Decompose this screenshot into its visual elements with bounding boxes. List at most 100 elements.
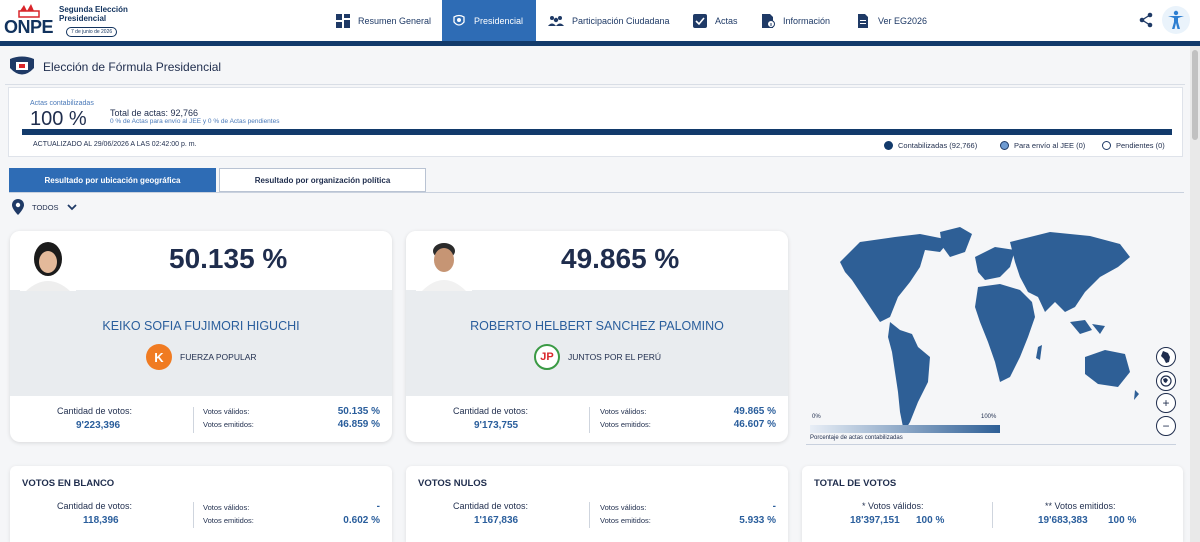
minus-icon: − <box>1162 419 1170 433</box>
fuerza-popular-logo-icon: K <box>146 344 172 370</box>
party: JP JUNTOS POR EL PERÚ <box>534 344 661 370</box>
candidate-percentage: 50.135 % <box>169 243 288 274</box>
tab-ubicacion-geografica[interactable]: Resultado por ubicación geográfica <box>9 168 216 192</box>
updated-timestamp: ACTUALIZADO AL 29/06/2026 A LAS 02:42:00… <box>33 141 197 148</box>
card-body <box>406 290 788 396</box>
actas-percentage: 100 % <box>30 108 87 130</box>
location-filter-dropdown[interactable]: TODOS <box>12 199 77 215</box>
scrollbar-thumb[interactable] <box>1192 50 1198 140</box>
valid-votes-pct: - <box>376 501 380 512</box>
valid-votes-label: Votos válidos: <box>600 407 647 416</box>
valid-votes-count: 18'397,151 <box>850 515 900 526</box>
divider <box>193 502 194 528</box>
legend-dot <box>1102 141 1111 150</box>
nav-label: Información <box>783 15 831 26</box>
null-votes-card: VOTOS NULOS Cantidad de votos: 1'167,836… <box>406 466 788 542</box>
onpe-logo[interactable]: ONPE Segunda Elección Presidencial 7 de … <box>4 3 154 39</box>
votes-count: 9'173,755 <box>474 420 519 431</box>
card-title: VOTOS EN BLANCO <box>22 478 115 489</box>
emitted-votes-label: Votos emitidos: <box>600 516 651 525</box>
emitted-votes-label: ** Votos emitidos: <box>1045 501 1116 511</box>
legend-label: Para envío al JEE (0) <box>1014 141 1086 150</box>
map-legend-caption: Porcentaje de actas contabilizadas <box>810 435 903 441</box>
divider <box>589 407 590 433</box>
candidate-percentage: 49.865 % <box>561 243 680 274</box>
votes-count: 118,396 <box>83 515 119 526</box>
total-votes-card: TOTAL DE VOTOS * Votos válidos: 18'397,1… <box>802 466 1183 542</box>
actas-label: Actas contabilizadas <box>30 100 94 107</box>
votes-label: Cantidad de votos: <box>453 501 529 511</box>
seal-icon <box>10 56 34 75</box>
document-icon <box>858 13 868 28</box>
nav-resumen-general[interactable]: Resumen General <box>326 0 441 41</box>
emitted-votes-label: Votos emitidos: <box>203 420 254 429</box>
divider <box>806 444 1176 445</box>
actas-note: 0 % de Actas para envío al JEE y 0 % de … <box>110 118 280 125</box>
emitted-votes-count: 19'683,383 <box>1038 515 1088 526</box>
info-doc-icon <box>762 13 775 28</box>
peru-map-button[interactable] <box>1156 347 1176 367</box>
divider <box>193 407 194 433</box>
valid-votes-label: Votos válidos: <box>203 407 250 416</box>
nav-participacion-ciudadana[interactable]: Participación Ciudadana <box>538 0 680 41</box>
votes-label: Cantidad de votos: <box>453 406 529 416</box>
nav-label: Actas <box>715 15 738 26</box>
candidate-name: ROBERTO HELBERT SANCHEZ PALOMINO <box>470 319 724 333</box>
emitted-votes-pct: 46.607 % <box>733 419 776 430</box>
peru-icon <box>1161 351 1170 363</box>
chevron-down-icon <box>66 204 77 211</box>
divider <box>5 84 1185 85</box>
legend-label: Contabilizadas (92,766) <box>898 141 978 150</box>
candidate-photo <box>416 237 472 291</box>
globe-icon <box>1160 375 1172 387</box>
emitted-votes-label: Votos emitidos: <box>203 516 254 525</box>
valid-votes-label: * Votos válidos: <box>862 501 924 511</box>
zoom-in-button[interactable]: + <box>1156 393 1176 413</box>
legend-para-envio-jee: Para envío al JEE (0) <box>1000 141 1085 150</box>
valid-votes-label: Votos válidos: <box>203 503 250 512</box>
emitted-votes-pct: 100 % <box>1108 515 1137 526</box>
legend-contabilizadas: Contabilizadas (92,766) <box>884 141 977 150</box>
map-legend-gradient <box>810 425 1000 433</box>
divider <box>589 502 590 528</box>
card-body <box>10 290 392 396</box>
juntos-por-el-peru-logo-icon: JP <box>534 344 560 370</box>
legend-dot <box>1000 141 1009 150</box>
nav-label: Ver EG2026 <box>878 15 928 26</box>
seal-icon <box>453 14 465 26</box>
candidate-name: KEIKO SOFIA FUJIMORI HIGUCHI <box>102 319 300 333</box>
nav-label: Participación Ciudadana <box>572 15 670 26</box>
emitted-votes-pct: 5.933 % <box>739 515 776 526</box>
nav-actas[interactable]: Actas <box>683 0 748 41</box>
plus-icon: + <box>1162 396 1170 410</box>
share-icon[interactable] <box>1138 12 1154 28</box>
nav-informacion[interactable]: Información <box>751 0 840 41</box>
dashboard-icon <box>336 13 350 28</box>
divider <box>992 502 993 528</box>
logo-text: ONPE <box>4 17 54 37</box>
votes-label: Cantidad de votos: <box>57 501 133 511</box>
nav-ver-eg2026[interactable]: Ver EG2026 <box>846 0 937 41</box>
emitted-votes-label: Votos emitidos: <box>600 420 651 429</box>
valid-votes-pct: 50.135 % <box>337 406 380 417</box>
map-legend-min: 0% <box>812 414 821 420</box>
nav-presidencial[interactable]: Presidencial <box>442 0 536 41</box>
blank-votes-card: VOTOS EN BLANCO Cantidad de votos: 118,3… <box>10 466 392 542</box>
candidate-photo <box>20 237 76 291</box>
votes-count: 9'223,396 <box>76 420 121 431</box>
emitted-votes-pct: 46.859 % <box>337 419 380 430</box>
tab-organizacion-politica[interactable]: Resultado por organización política <box>219 168 426 192</box>
filter-label: TODOS <box>32 202 59 212</box>
world-map[interactable] <box>800 222 1140 452</box>
valid-votes-pct: 49.865 % <box>733 406 776 417</box>
total-actas: Total de actas: 92,766 <box>110 108 199 118</box>
party-name: FUERZA POPULAR <box>180 352 257 362</box>
zoom-out-button[interactable]: − <box>1156 416 1176 436</box>
accessibility-icon[interactable] <box>1162 6 1190 34</box>
nav-label: Resumen General <box>358 15 432 26</box>
world-map-button[interactable] <box>1156 371 1176 391</box>
card-title: TOTAL DE VOTOS <box>814 478 897 489</box>
party: K FUERZA POPULAR <box>146 344 257 370</box>
actas-progress-fill <box>22 129 1172 135</box>
card-title: VOTOS NULOS <box>418 478 487 489</box>
